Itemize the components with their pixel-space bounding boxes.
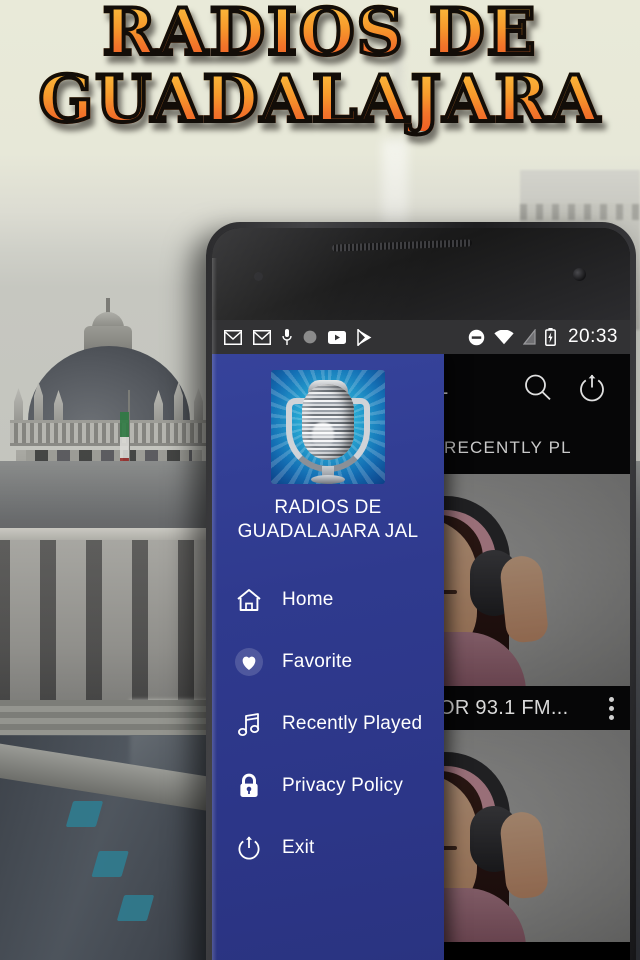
kebab-menu-icon[interactable] [609,696,614,720]
poster-screenshot: RADIOS DE GUADALAJARA [0,0,640,960]
microphone-base [311,475,345,484]
tower-dome [28,346,190,430]
power-icon [234,833,264,863]
do-not-disturb-icon [468,329,485,345]
drawer-item-favorite[interactable]: Favorite [212,631,444,693]
drawer-menu: Home Favorite Recently Played Privacy Po… [212,569,444,879]
circle-icon [303,330,317,344]
building-steps [0,700,226,736]
tab-recently-played[interactable]: RECENTLY PL [444,438,572,458]
power-icon[interactable] [576,372,608,404]
app-bar-actions [522,372,616,404]
drawer-item-label: Exit [282,837,315,859]
drawer-item-exit[interactable]: Exit [212,817,444,879]
phone-top-bezel [212,228,630,320]
pool-tile [116,895,155,921]
status-bar-clock: 20:33 [567,326,618,347]
drawer-item-privacy-policy[interactable]: Privacy Policy [212,755,444,817]
youtube-icon [328,330,346,344]
battery-charging-icon [545,328,556,346]
drawer-item-home[interactable]: Home [212,569,444,631]
drawer-app-title: RADIOS DE GUADALAJARA JAL [212,496,444,543]
microphone-body [302,384,354,460]
drawer-item-label: Privacy Policy [282,775,404,797]
lock-icon [234,771,264,801]
drawer-item-label: Favorite [282,651,353,673]
drawer-item-label: Recently Played [282,713,423,735]
search-icon[interactable] [522,372,554,404]
drawer-app-title-line-1: RADIOS DE [274,497,382,518]
status-bar-system-icons: 20:33 [468,326,618,348]
pool-tile [65,801,104,827]
microphone-logo [271,370,385,484]
tower-balustrade-upper [10,420,208,446]
building-colonnade [0,540,226,720]
drawer-app-title-line-2: GUADALAJARA JAL [237,520,419,542]
drawer-item-recently-played[interactable]: Recently Played [212,693,444,755]
status-bar-notifications [224,328,373,346]
microphone-highlight [312,422,334,448]
screen-glare [212,228,630,320]
app-screen: AL E RECENTLY PL [212,354,630,960]
home-icon [234,585,264,615]
microphone-icon [282,328,292,345]
drawer-item-label: Home [282,589,334,611]
cellular-signal-icon [522,329,536,345]
android-status-bar: 20:33 [212,320,630,354]
gmail-icon [224,329,242,345]
wifi-icon [494,329,514,344]
phone-screen-assembly: 20:33 AL E RECENTLY PL [212,228,630,960]
drawer-header: RADIOS DE GUADALAJARA JAL [212,354,444,553]
play-store-icon [357,328,372,346]
heart-icon [234,647,264,677]
navigation-drawer[interactable]: RADIOS DE GUADALAJARA JAL Home Favorite … [212,354,444,960]
pool-tile [91,851,129,877]
gmail-icon [253,329,271,345]
music-note-icon [234,709,264,739]
phone-mockup: 20:33 AL E RECENTLY PL [206,222,636,960]
